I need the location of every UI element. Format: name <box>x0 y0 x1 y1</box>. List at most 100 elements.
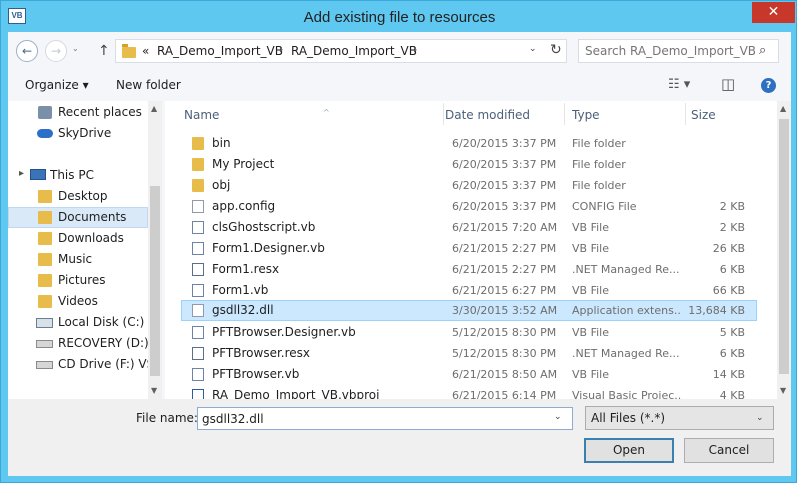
file-row[interactable]: PFTBrowser.vb 6/21/2015 8:50 AM VB File … <box>181 364 757 385</box>
column-divider[interactable] <box>564 103 565 125</box>
file-row[interactable]: PFTBrowser.resx 5/12/2015 8:30 PM .NET M… <box>181 343 757 364</box>
cd-drive-icon <box>36 361 53 369</box>
file-name-combobox[interactable]: ⌄ <box>197 407 573 430</box>
sidebar-item-pictures[interactable]: Pictures <box>8 270 148 291</box>
file-row[interactable]: obj 6/20/2015 3:37 PM File folder <box>181 175 757 196</box>
file-name: clsGhostscript.vb <box>212 220 316 234</box>
scrollbar-thumb[interactable] <box>150 186 160 376</box>
file-name: PFTBrowser.Designer.vb <box>212 325 356 339</box>
file-name: gsdll32.dll <box>212 303 274 317</box>
sidebar-item-music[interactable]: Music <box>8 249 148 270</box>
resx-file-icon <box>192 263 204 276</box>
scroll-up-icon[interactable]: ▲ <box>151 104 157 113</box>
breadcrumb-separator[interactable]: › <box>279 43 283 56</box>
forward-button[interactable]: → <box>45 40 67 62</box>
column-header-date[interactable]: Date modified <box>445 101 563 127</box>
file-type-filter[interactable]: All Files (*.*) ⌄ <box>585 406 774 430</box>
refresh-icon[interactable]: ↻ <box>550 42 562 58</box>
file-name-field[interactable] <box>202 411 547 426</box>
column-label: Size <box>691 108 716 122</box>
search-input[interactable] <box>585 43 755 59</box>
vbproj-file-icon <box>192 389 204 399</box>
file-type: VB File <box>572 368 609 381</box>
sidebar-item-label: Desktop <box>58 189 108 203</box>
breadcrumb-1[interactable]: RA_Demo_Import_VB <box>157 44 283 58</box>
scroll-up-icon[interactable]: ▲ <box>780 104 786 113</box>
sidebar-item-recent-places[interactable]: Recent places <box>8 102 148 123</box>
sidebar-item-downloads[interactable]: Downloads <box>8 228 148 249</box>
column-divider[interactable] <box>685 103 686 125</box>
file-row[interactable]: My Project 6/20/2015 3:37 PM File folder <box>181 154 757 175</box>
file-type: File folder <box>572 179 626 192</box>
sidebar-item-label: CD Drive (F:) VS20 <box>58 357 162 371</box>
cancel-button[interactable]: Cancel <box>684 438 774 463</box>
file-list-pane: ^ Name Date modified Type Size bin 6/20/… <box>165 101 791 399</box>
file-row[interactable]: Form1.resx 6/21/2015 2:27 PM .NET Manage… <box>181 259 757 280</box>
back-button[interactable]: ← <box>16 40 38 62</box>
title-bar[interactable]: VB Add existing file to resources ✕ <box>1 1 797 35</box>
vb-file-icon <box>192 368 204 381</box>
column-divider[interactable] <box>443 103 444 125</box>
drive-icon <box>36 340 53 348</box>
address-dropdown-icon[interactable]: ⌄ <box>529 44 537 54</box>
file-date: 3/30/2015 3:52 AM <box>452 304 558 317</box>
open-button[interactable]: Open <box>584 438 674 463</box>
file-row[interactable]: Form1.Designer.vb 6/21/2015 2:27 PM VB F… <box>181 238 757 259</box>
expand-arrow-icon[interactable]: ▸ <box>19 168 24 179</box>
file-name: Form1.Designer.vb <box>212 241 325 255</box>
sidebar-item-skydrive[interactable]: SkyDrive <box>8 123 148 144</box>
scroll-down-icon[interactable]: ▼ <box>780 386 786 395</box>
sidebar-item-cd-drive[interactable]: CD Drive (F:) VS20 <box>8 354 161 375</box>
file-row[interactable]: Form1.vb 6/21/2015 6:27 PM VB File 66 KB <box>181 280 757 301</box>
file-list-scrollbar[interactable]: ▲ ▼ <box>777 101 791 399</box>
chevron-down-icon[interactable]: ⌄ <box>554 412 562 422</box>
file-name: Form1.vb <box>212 283 269 297</box>
navigation-scrollbar[interactable]: ▲ ▼ <box>148 101 162 399</box>
sidebar-item-this-pc[interactable]: ▸ This PC <box>8 165 148 186</box>
sidebar-item-desktop[interactable]: Desktop <box>8 186 148 207</box>
file-row[interactable]: clsGhostscript.vb 6/21/2015 7:20 AM VB F… <box>181 217 757 238</box>
search-box[interactable]: ⌕ <box>578 39 779 63</box>
recent-locations-dropdown[interactable]: ⌄ <box>72 44 79 53</box>
sidebar-item-label: Local Disk (C:) <box>58 315 145 329</box>
address-bar[interactable]: « RA_Demo_Import_VB › RA_Demo_Import_VB … <box>115 39 567 63</box>
sidebar-item-videos[interactable]: Videos <box>8 291 148 312</box>
preview-pane-icon[interactable]: ◫ <box>721 75 735 93</box>
close-button[interactable]: ✕ <box>752 2 795 23</box>
new-folder-button[interactable]: New folder <box>116 78 181 92</box>
organize-button[interactable]: Organize ▾ <box>25 78 89 92</box>
sidebar-item-recovery[interactable]: RECOVERY (D:) <box>8 333 149 354</box>
column-header-name[interactable]: ^ Name <box>184 101 442 127</box>
folder-icon <box>192 137 204 150</box>
file-row[interactable]: bin 6/20/2015 3:37 PM File folder <box>181 133 757 154</box>
chevron-down-icon[interactable]: ⌄ <box>756 413 764 423</box>
file-row[interactable]: RA_Demo_Import_VB.vbproj 6/21/2015 6:14 … <box>181 385 757 399</box>
column-header-type[interactable]: Type <box>566 101 684 127</box>
scrollbar-thumb[interactable] <box>779 119 789 374</box>
scroll-down-icon[interactable]: ▼ <box>151 386 157 395</box>
sidebar-item-documents[interactable]: Documents <box>8 207 148 228</box>
file-date: 6/21/2015 6:27 PM <box>452 284 557 297</box>
change-view-icon[interactable]: ☷ ▾ <box>668 77 690 92</box>
breadcrumb-separator[interactable]: › <box>413 43 417 56</box>
file-type-filter-value: All Files (*.*) <box>591 411 666 425</box>
file-date: 5/12/2015 8:30 PM <box>452 326 557 339</box>
sort-ascending-icon: ^ <box>323 108 330 117</box>
column-header-size[interactable]: Size <box>687 101 767 127</box>
file-size: 2 KB <box>719 221 745 234</box>
file-row-selected[interactable]: gsdll32.dll 3/30/2015 3:52 AM Applicatio… <box>181 300 757 321</box>
file-type: VB File <box>572 326 609 339</box>
downloads-folder-icon <box>38 232 52 245</box>
file-row[interactable]: PFTBrowser.Designer.vb 5/12/2015 8:30 PM… <box>181 322 757 343</box>
sidebar-item-label: Videos <box>58 294 98 308</box>
sidebar-item-local-disk[interactable]: Local Disk (C:) <box>8 312 148 333</box>
breadcrumb-2[interactable]: RA_Demo_Import_VB <box>291 44 417 58</box>
search-icon[interactable]: ⌕ <box>759 43 766 58</box>
config-file-icon <box>192 200 204 213</box>
help-icon[interactable]: ? <box>761 78 776 93</box>
up-button[interactable]: ↑ <box>98 43 110 59</box>
sidebar-item-label: Pictures <box>58 273 106 287</box>
file-size: 5 KB <box>719 326 745 339</box>
file-row[interactable]: app.config 6/20/2015 3:37 PM CONFIG File… <box>181 196 757 217</box>
address-overflow[interactable]: « <box>142 44 149 58</box>
